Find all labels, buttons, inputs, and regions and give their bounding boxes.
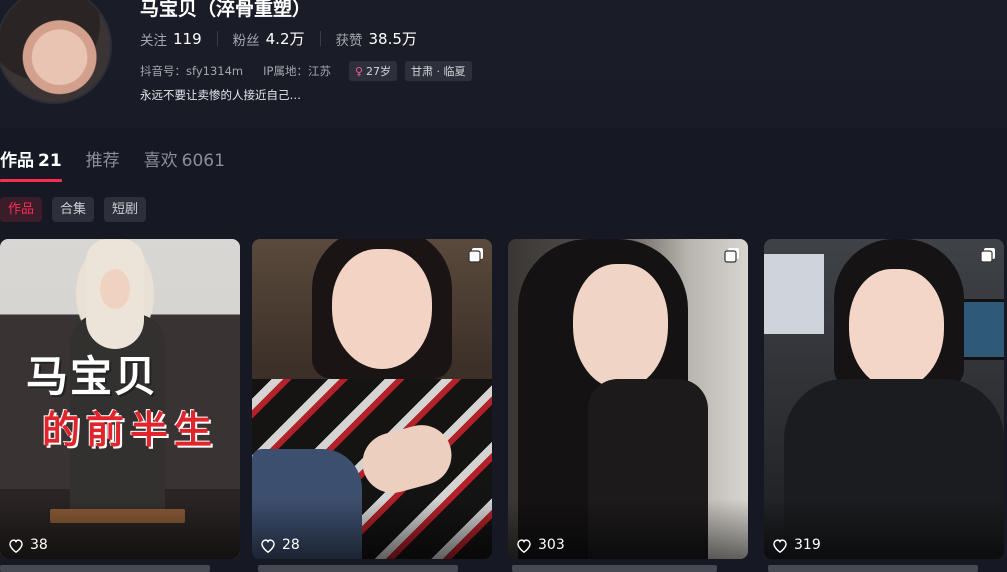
tab-label: 喜欢 [143, 151, 178, 171]
stat-label: 关注 [140, 32, 167, 49]
profile-name: 马宝贝（淬骨重塑） [140, 0, 312, 20]
figure-shape [573, 264, 668, 389]
age-tag-label: 27岁 [366, 65, 392, 78]
video-captions-cutoff [0, 562, 1007, 572]
tab-liked[interactable]: 喜欢 6061 [144, 146, 225, 171]
heart-icon [9, 538, 23, 553]
multi-image-icon [468, 248, 483, 263]
video-grid: 马宝贝 的前半生 38 28 303 319 [0, 239, 1007, 559]
heart-icon [773, 538, 787, 553]
filter-works[interactable]: 作品 [0, 197, 43, 222]
region-tag-label: 甘肃 · 临夏 [411, 65, 466, 78]
like-count-value: 303 [538, 537, 565, 553]
heart-icon [517, 538, 531, 553]
divider [319, 31, 321, 46]
divider [216, 31, 218, 46]
like-count-value: 38 [30, 537, 48, 553]
profile-tabs: 作品 21 推荐 喜欢 6061 [0, 146, 249, 182]
figure-shape [764, 254, 824, 334]
age-tag: ♀ 27岁 [348, 61, 398, 81]
female-icon: ♀ [354, 64, 364, 78]
tab-count: 6061 [181, 151, 225, 171]
video-card[interactable]: 303 [508, 239, 748, 559]
region-tag: 甘肃 · 临夏 [405, 61, 472, 81]
figure-shape [100, 269, 130, 309]
tab-label: 推荐 [85, 151, 120, 171]
profile-stats: 关注 119 粉丝 4.2万 获赞 38.5万 [140, 28, 417, 49]
stat-value: 38.5万 [368, 30, 417, 48]
cover-title-line1: 马宝贝 [26, 352, 159, 401]
profile-meta: 抖音号：sfy1314m IP属地：江苏 ♀ 27岁 甘肃 · 临夏 [140, 61, 472, 81]
filter-collections[interactable]: 合集 [52, 197, 95, 222]
tab-count: 21 [38, 151, 62, 171]
video-card[interactable]: 28 [252, 239, 492, 559]
tab-label: 作品 [0, 151, 34, 171]
stat-label: 获赞 [335, 32, 363, 49]
video-card[interactable]: 319 [764, 239, 1004, 559]
profile-bio[interactable]: 永远不要让卖惨的人接近自己… [140, 87, 301, 103]
like-count: 319 [772, 537, 821, 553]
stat-followers[interactable]: 粉丝 4.2万 [233, 28, 305, 49]
like-count: 28 [260, 537, 300, 553]
douyin-id: 抖音号：sfy1314m [140, 64, 244, 78]
like-count-value: 28 [282, 537, 300, 553]
stat-following[interactable]: 关注 119 [140, 29, 202, 49]
cover-title-line2: 的前半生 [42, 407, 219, 452]
tab-works[interactable]: 作品 21 [0, 146, 62, 182]
stat-value: 4.2万 [265, 30, 305, 48]
tab-recommend[interactable]: 推荐 [86, 146, 120, 171]
figure-shape [849, 269, 944, 389]
filter-pills: 作品 合集 短剧 [0, 197, 147, 222]
heart-icon [261, 538, 275, 553]
like-count: 38 [8, 537, 48, 553]
multi-image-icon [980, 248, 995, 263]
stat-likes: 获赞 38.5万 [336, 28, 417, 49]
figure-shape [332, 249, 432, 369]
filter-short-drama[interactable]: 短剧 [104, 197, 147, 222]
video-card[interactable]: 马宝贝 的前半生 38 [0, 239, 240, 559]
ip-location: IP属地：江苏 [263, 64, 331, 78]
like-count: 303 [516, 537, 565, 553]
stat-value: 119 [173, 29, 202, 48]
like-count-value: 319 [794, 537, 821, 553]
stat-label: 粉丝 [232, 32, 260, 49]
multi-image-icon [724, 248, 739, 263]
